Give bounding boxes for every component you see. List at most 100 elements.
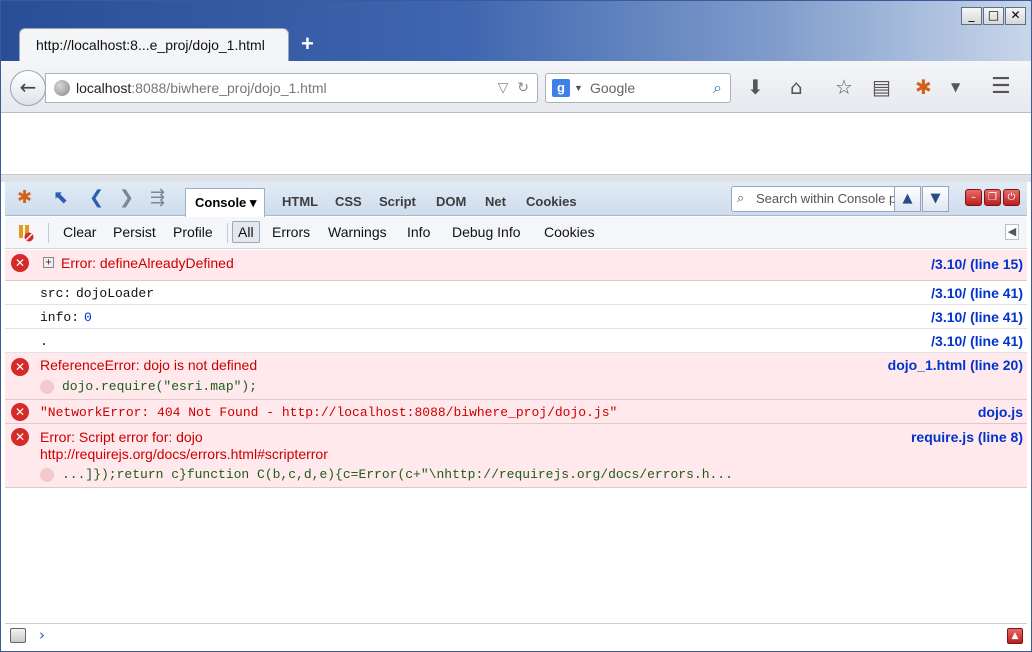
back-arrow-icon[interactable]: ❮ bbox=[89, 188, 104, 208]
back-button[interactable]: ← bbox=[10, 70, 46, 106]
filter-info[interactable]: Info bbox=[407, 223, 430, 241]
firebug-icon[interactable]: ✱ bbox=[915, 73, 932, 101]
url-actions: ▽ ↻ bbox=[498, 74, 529, 102]
filter-debug-info[interactable]: Debug Info bbox=[452, 223, 521, 241]
tab-cookies[interactable]: Cookies bbox=[526, 194, 577, 209]
page-content bbox=[1, 114, 1031, 174]
log-key: info: bbox=[40, 310, 80, 325]
log-entry: . /3.10/ (line 41) bbox=[5, 329, 1027, 353]
clear-button[interactable]: Clear bbox=[63, 223, 96, 241]
browser-window: _ □ ✕ http://localhost:8...e_proj/dojo_1… bbox=[0, 0, 1032, 652]
command-editor-icon[interactable] bbox=[10, 628, 26, 643]
log-key: . bbox=[40, 334, 48, 349]
error-message: Error: Script error for: dojo bbox=[40, 429, 203, 445]
source-link[interactable]: dojo_1.html (line 20) bbox=[888, 356, 1023, 374]
bookmarks-list-icon[interactable]: ▤ bbox=[872, 73, 891, 101]
tab-script[interactable]: Script bbox=[379, 194, 416, 209]
log-value: dojoLoader bbox=[76, 286, 155, 301]
breakpoint-icon[interactable] bbox=[40, 468, 54, 482]
search-icon: ⌕ bbox=[737, 191, 745, 206]
minimize-firebug-button[interactable]: – bbox=[965, 189, 982, 206]
firebug-icon[interactable]: ✱ bbox=[17, 188, 32, 208]
search-placeholder: Google bbox=[590, 80, 636, 96]
google-icon[interactable]: g bbox=[552, 79, 570, 97]
source-link[interactable]: /3.10/ (line 15) bbox=[931, 255, 1023, 273]
error-message: "NetworkError: 404 Not Found - http://lo… bbox=[40, 405, 618, 420]
source-link[interactable]: /3.10/ (line 41) bbox=[931, 284, 1023, 302]
browser-tab[interactable]: http://localhost:8...e_proj/dojo_1.html bbox=[19, 28, 289, 62]
source-link[interactable]: require.js (line 8) bbox=[911, 428, 1023, 446]
toggle-editor-icon[interactable]: ▲ bbox=[1007, 628, 1023, 644]
console-search-input[interactable]: ⌕ Search within Console panel bbox=[731, 186, 897, 212]
persist-button[interactable]: Persist bbox=[113, 223, 156, 241]
source-link[interactable]: /3.10/ (line 41) bbox=[931, 332, 1023, 350]
forward-arrow-icon[interactable]: ❯ bbox=[119, 188, 134, 208]
url-bar[interactable]: localhost:8088/biwhere_proj/dojo_1.html … bbox=[45, 73, 538, 103]
home-icon[interactable]: ⌂ bbox=[790, 73, 803, 101]
log-value: 0 bbox=[84, 310, 92, 325]
error-icon: ✕ bbox=[11, 254, 29, 272]
detach-firebug-button[interactable]: ❐ bbox=[984, 189, 1001, 206]
log-entry: info: 0 /3.10/ (line 41) bbox=[5, 305, 1027, 329]
search-next-button[interactable]: ▼ bbox=[922, 186, 949, 212]
source-link[interactable]: dojo.js bbox=[978, 403, 1023, 421]
divider bbox=[48, 223, 49, 243]
menu-icon[interactable]: ☰ bbox=[991, 73, 1011, 101]
error-icon: ✕ bbox=[11, 403, 29, 421]
title-bar: _ □ ✕ http://localhost:8...e_proj/dojo_1… bbox=[1, 1, 1031, 62]
source-link[interactable]: /3.10/ (line 41) bbox=[931, 308, 1023, 326]
log-entry-error: ✕ ReferenceError: dojo is not defined do… bbox=[5, 353, 1027, 400]
breakpoint-icon[interactable] bbox=[40, 380, 54, 394]
firebug-toolbar: ✱ ⬉ ❮ ❯ ⇶ Console ▾ HTML CSS Script DOM … bbox=[5, 182, 1027, 217]
console-log: ✕ + Error: defineAlreadyDefined /3.10/ (… bbox=[5, 250, 1027, 622]
command-editor-icon[interactable]: ⇶ bbox=[150, 188, 165, 208]
pause-icon[interactable] bbox=[18, 224, 34, 242]
url-path: :8088/biwhere_proj/dojo_1.html bbox=[131, 80, 327, 96]
log-entry-error: ✕ Error: Script error for: dojo http://r… bbox=[5, 424, 1027, 488]
chevron-down-icon[interactable]: ▼ bbox=[574, 74, 583, 102]
error-message: ReferenceError: dojo is not defined bbox=[40, 357, 258, 373]
command-line[interactable]: › ▲ bbox=[5, 623, 1027, 647]
log-entry: src: dojoLoader /3.10/ (line 41) bbox=[5, 281, 1027, 305]
filter-cookies[interactable]: Cookies bbox=[544, 223, 595, 241]
error-message: Error: defineAlreadyDefined bbox=[61, 255, 234, 271]
source-code-line: dojo.require("esri.map"); bbox=[62, 379, 258, 394]
panel-splitter[interactable] bbox=[1, 174, 1031, 182]
source-code-line: ...]});return c}function C(b,c,d,e){c=Er… bbox=[62, 467, 733, 482]
window-controls: _ □ ✕ bbox=[961, 7, 1026, 25]
console-toolbar: Clear Persist Profile All Errors Warning… bbox=[5, 217, 1027, 249]
inspect-icon[interactable]: ⬉ bbox=[53, 188, 68, 208]
error-url[interactable]: http://requirejs.org/docs/errors.html#sc… bbox=[40, 445, 328, 463]
search-box[interactable]: g ▼ Google ⌕ bbox=[545, 73, 731, 103]
maximize-button[interactable]: □ bbox=[983, 7, 1004, 25]
search-icon[interactable]: ⌕ bbox=[713, 74, 722, 102]
close-firebug-button[interactable]: ⏻ bbox=[1003, 189, 1020, 206]
tab-html[interactable]: HTML bbox=[282, 194, 318, 209]
minimize-button[interactable]: _ bbox=[961, 7, 982, 25]
search-prev-button[interactable]: ▲ bbox=[894, 186, 921, 212]
error-icon: ✕ bbox=[11, 428, 29, 446]
divider bbox=[227, 223, 228, 243]
new-tab-button[interactable]: + bbox=[301, 31, 314, 57]
globe-icon bbox=[54, 80, 70, 96]
prompt-icon: › bbox=[39, 626, 45, 644]
reload-icon[interactable]: ↻ bbox=[517, 80, 529, 96]
download-icon[interactable]: ⬇ bbox=[747, 73, 764, 101]
tab-css[interactable]: CSS bbox=[335, 194, 362, 209]
profile-button[interactable]: Profile bbox=[173, 223, 213, 241]
bookmark-star-icon[interactable]: ☆ bbox=[835, 73, 853, 101]
chevron-down-icon[interactable]: ▼ bbox=[951, 73, 960, 101]
error-icon: ✕ bbox=[11, 358, 29, 376]
expand-icon[interactable]: + bbox=[43, 257, 54, 268]
tab-net[interactable]: Net bbox=[485, 194, 506, 209]
scroll-left-icon[interactable]: ◀ bbox=[1005, 224, 1019, 240]
filter-errors[interactable]: Errors bbox=[272, 223, 310, 241]
tab-dom[interactable]: DOM bbox=[436, 194, 466, 209]
tab-console[interactable]: Console ▾ bbox=[185, 188, 266, 217]
log-entry-error: ✕ + Error: defineAlreadyDefined /3.10/ (… bbox=[5, 250, 1027, 281]
filter-warnings[interactable]: Warnings bbox=[328, 223, 387, 241]
dropdown-arrow-icon[interactable]: ▽ bbox=[498, 80, 509, 96]
url-host: localhost bbox=[76, 80, 132, 96]
filter-all[interactable]: All bbox=[232, 221, 260, 243]
close-button[interactable]: ✕ bbox=[1005, 7, 1026, 25]
